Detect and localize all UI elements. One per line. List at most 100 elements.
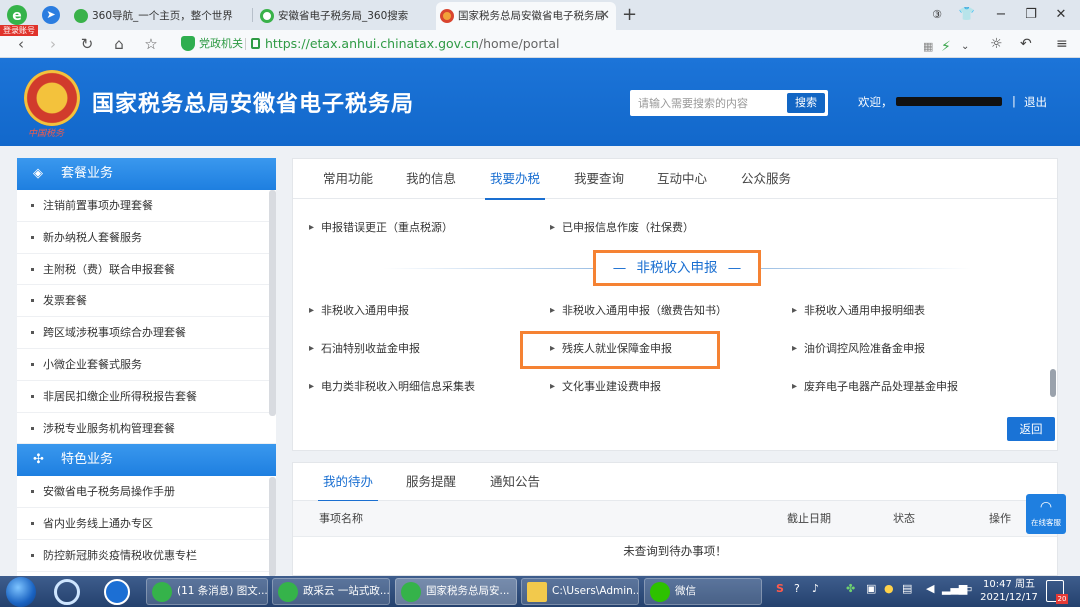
back-button[interactable]: 返回 [1007, 417, 1055, 441]
clover-icon: ✣ [33, 452, 44, 468]
windows-start-icon[interactable] [6, 577, 36, 607]
taskbar-item-browser-2[interactable]: 政采云 一站式政... [272, 578, 390, 605]
clock[interactable]: 10:47 周五 2021/12/17 [978, 578, 1040, 604]
taskbar-item-browser-1[interactable]: (11 条消息) 图文... [146, 578, 268, 605]
logout-link[interactable]: 退出 [1024, 94, 1047, 110]
back-arrow-icon[interactable]: ‹ [10, 34, 32, 54]
browser-tab-etax[interactable]: 国家税务总局安徽省电子税务局 ✕ [436, 2, 616, 30]
sidebar-item[interactable]: 主附税（费）联合申报套餐 [17, 254, 276, 286]
link-non-tax-detail[interactable]: 非税收入通用申报明细表 [792, 304, 925, 318]
main-scrollbar[interactable] [1050, 369, 1056, 397]
sidebar-item[interactable]: 省内业务线上通办专区 [17, 508, 276, 540]
tray-security-icon[interactable]: ● [884, 582, 894, 595]
search-input[interactable] [630, 90, 788, 116]
sidebar-item[interactable]: 新办纳税人套餐服务 [17, 222, 276, 254]
undo-icon[interactable]: ↶ [1020, 34, 1032, 54]
restore-button[interactable]: ❐ [1020, 4, 1042, 26]
link-void-social-insurance[interactable]: 已申报信息作废（社保费） [550, 221, 694, 235]
sidebar-item[interactable]: 涉税专业服务机构管理套餐 [17, 413, 276, 445]
tab-common-functions[interactable]: 常用功能 [322, 159, 374, 199]
close-window-button[interactable]: ✕ [1050, 4, 1072, 26]
browser-tab-360search[interactable]: 安徽省电子税务局_360搜索 [256, 2, 432, 30]
tray-mic-icon[interactable]: ♪ [812, 582, 819, 595]
tray-device-icon[interactable]: ▤ [902, 582, 912, 595]
browser-logo-icon[interactable]: e [6, 4, 28, 26]
online-service-button[interactable]: ◠ 在线客服 [1026, 494, 1066, 534]
reload-icon[interactable]: ↻ [76, 34, 98, 54]
address-bar: ‹ › ↻ ⌂ ☆ 党政机关 https://etax.anhui.chinat… [0, 30, 1080, 58]
menu-icon[interactable]: ≡ [1056, 34, 1068, 54]
tray-app-icon[interactable]: ✤ [846, 582, 855, 595]
tab-query[interactable]: 我要查询 [573, 159, 625, 199]
search-button[interactable]: 搜索 [787, 93, 825, 113]
sidebar-item[interactable]: 跨区域涉税事项综合办理套餐 [17, 317, 276, 349]
tab-close-icon[interactable]: ✕ [599, 2, 610, 30]
speed-mode-icon[interactable]: ⚡ [941, 37, 951, 57]
tray-dots-icon[interactable]: ▣ [866, 582, 876, 595]
sidebar-section-package[interactable]: ◈ 套餐业务 [17, 158, 276, 190]
qr-code-icon[interactable]: ▦ [923, 37, 933, 57]
link-oil-windfall[interactable]: 石油特别收益金申报 [309, 342, 420, 356]
sidebar-section-featured[interactable]: ✣ 特色业务 [17, 444, 276, 477]
brightness-icon[interactable]: ☼ [990, 34, 1003, 54]
tab-divider [252, 8, 253, 22]
link-power-non-tax[interactable]: 电力类非税收入明细信息采集表 [309, 380, 475, 394]
tray-sogou-icon[interactable]: S [776, 582, 784, 595]
link-correct-filing[interactable]: 申报错误更正（重点税源） [309, 221, 453, 235]
tab-interaction-center[interactable]: 互动中心 [656, 159, 708, 199]
tray-help-icon[interactable]: ? [794, 582, 800, 595]
favorite-star-icon[interactable]: ☆ [140, 34, 162, 54]
tab-favicon-icon [74, 9, 88, 23]
column-action: 操作 [989, 512, 1011, 525]
sidebar-item[interactable]: 发票套餐 [17, 285, 276, 318]
main-tabs: 常用功能 我的信息 我要办税 我要查询 互动中心 公众服务 [293, 159, 1057, 200]
link-waste-electronics-fund[interactable]: 废弃电子电器产品处理基金申报 [792, 380, 958, 394]
search-icon[interactable] [54, 579, 80, 605]
browser-tab-360nav[interactable]: 360导航_一个主页，整个世界 [70, 2, 250, 30]
taskbar-item-explorer[interactable]: C:\Users\Admin... [521, 578, 639, 605]
tab-service-reminder[interactable]: 服务提醒 [405, 463, 457, 501]
sidebar-item[interactable]: 非居民扣缴企业所得税报告套餐 [17, 381, 276, 413]
volume-icon[interactable]: ◀ [926, 582, 934, 595]
link-non-tax-notice[interactable]: 非税收入通用申报（缴费告知书） [550, 304, 727, 318]
url-divider [245, 38, 246, 50]
sidebar-section-title: 特色业务 [61, 452, 114, 468]
sogou-icon[interactable] [104, 579, 130, 605]
emblem-caption: 中国税务 [28, 129, 65, 139]
gov-label: 党政机关 [199, 37, 243, 50]
new-tab-button[interactable]: + [622, 2, 637, 28]
taskbar-item-wechat[interactable]: 微信 [644, 578, 762, 605]
chevron-down-icon[interactable]: ⌄ [961, 37, 969, 57]
navigation-compass-icon[interactable]: ➤ [42, 6, 60, 24]
tab-my-info[interactable]: 我的信息 [405, 159, 457, 199]
sidebar-scrollbar-lower[interactable] [269, 477, 276, 577]
link-non-tax-general[interactable]: 非税收入通用申报 [309, 304, 409, 318]
gov-shield-icon [181, 36, 195, 51]
forward-arrow-icon[interactable]: › [42, 34, 64, 54]
section-title-non-tax: — 非税收入申报 — [593, 250, 761, 286]
todo-panel: 我的待办 服务提醒 通知公告 事项名称 截止日期 状态 操作 未查询到待办事项！ [292, 462, 1058, 576]
login-account-badge[interactable]: 登录账号 [0, 25, 38, 36]
link-oil-price-reserve[interactable]: 油价调控风险准备金申报 [792, 342, 925, 356]
taskbar-item-browser-3[interactable]: 国家税务总局安... [395, 578, 517, 605]
sidebar-item[interactable]: 安徽省电子税务局操作手册 [17, 476, 276, 509]
tab-my-todo[interactable]: 我的待办 [318, 463, 378, 502]
sidebar-item[interactable]: 小微企业套餐式服务 [17, 349, 276, 381]
site-header: 中国税务 国家税务总局安徽省电子税务局 搜索 欢迎， | 退出 [0, 58, 1080, 146]
tray-monitor-icon[interactable]: ▭ [962, 582, 972, 595]
skin-icon[interactable]: 👕 [956, 4, 978, 26]
sidebar-item[interactable]: 防控新冠肺炎疫情税收优惠专栏 [17, 540, 276, 572]
tab-file-taxes[interactable]: 我要办税 [485, 159, 545, 200]
tab-list-icon[interactable]: ③ [926, 4, 948, 26]
folder-icon [527, 582, 547, 602]
tab-notices[interactable]: 通知公告 [489, 463, 541, 501]
link-culture-fee[interactable]: 文化事业建设费申报 [550, 380, 661, 394]
minimize-button[interactable]: − [990, 4, 1012, 26]
sidebar-scrollbar[interactable] [269, 190, 276, 416]
home-icon[interactable]: ⌂ [108, 34, 130, 54]
todo-tabs: 我的待办 服务提醒 通知公告 [293, 463, 1057, 502]
url-field[interactable]: 党政机关 https://etax.anhui.chinatax.gov.cn/… [175, 33, 985, 55]
tab-public-services[interactable]: 公众服务 [740, 159, 792, 199]
tax-emblem-icon [24, 70, 80, 126]
sidebar-item[interactable]: 注销前置事项办理套餐 [17, 190, 276, 222]
